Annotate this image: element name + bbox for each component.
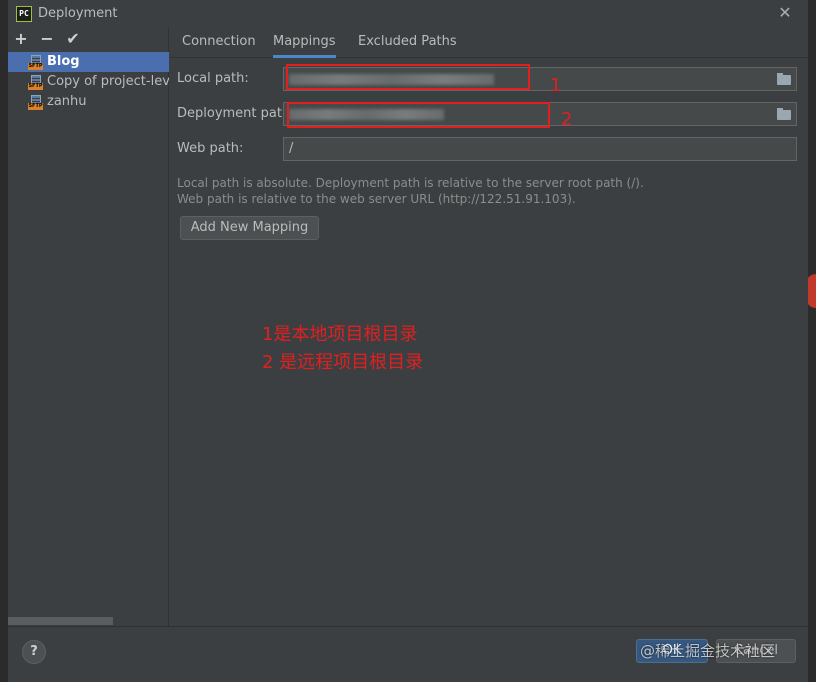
folder-browse-icon[interactable] bbox=[777, 108, 791, 120]
remove-server-button[interactable]: − bbox=[38, 30, 56, 48]
annotation-box-deployment-path bbox=[287, 102, 550, 128]
web-path-label: Web path: bbox=[177, 141, 244, 156]
hint-line-2: Web path is relative to the web server U… bbox=[177, 192, 576, 206]
server-list-panel: + − ✔ SFTP Blog SFTP Copy of project-lev… bbox=[8, 28, 169, 626]
horizontal-scrollbar[interactable] bbox=[8, 617, 113, 625]
web-path-value: / bbox=[289, 141, 294, 156]
pycharm-app-icon: PC bbox=[16, 6, 32, 22]
server-item-label: Blog bbox=[47, 54, 80, 69]
annotation-box-local-path bbox=[286, 64, 530, 90]
watermark-text: @稀土掘金技术社区 bbox=[640, 642, 776, 660]
dialog-footer: ? OK Cancel @稀土掘金技术社区 bbox=[8, 626, 808, 682]
annotation-marker-2: 2 bbox=[561, 109, 573, 130]
sftp-server-icon: SFTP bbox=[28, 95, 43, 110]
annotation-note-line-1: 1是本地项目根目录 bbox=[262, 324, 418, 345]
tab-excluded-paths[interactable]: Excluded Paths bbox=[358, 34, 457, 58]
mappings-content: Local path: Deployment path: Web path: /… bbox=[170, 59, 808, 626]
server-item-label: zanhu bbox=[47, 94, 87, 109]
add-server-button[interactable]: + bbox=[12, 30, 30, 48]
folder-browse-icon[interactable] bbox=[777, 73, 791, 85]
title-bar: PC Deployment ✕ bbox=[8, 0, 808, 28]
dialog-title: Deployment bbox=[38, 6, 118, 21]
server-item-blog[interactable]: SFTP Blog bbox=[8, 52, 169, 72]
apply-check-button[interactable]: ✔ bbox=[64, 30, 82, 48]
annotation-note-line-2: 2 是远程项目根目录 bbox=[262, 352, 424, 373]
tab-connection[interactable]: Connection bbox=[182, 34, 256, 58]
background-ide-right-edge bbox=[808, 0, 816, 682]
server-item-zanhu[interactable]: SFTP zanhu bbox=[8, 92, 169, 112]
server-item-copy[interactable]: SFTP Copy of project-level bbox=[8, 72, 169, 92]
sftp-server-icon: SFTP bbox=[28, 55, 43, 70]
background-ide-left-edge bbox=[0, 0, 8, 682]
web-path-field[interactable]: / bbox=[283, 137, 797, 161]
close-icon[interactable]: ✕ bbox=[776, 4, 794, 22]
sftp-server-icon: SFTP bbox=[28, 75, 43, 90]
hint-line-1: Local path is absolute. Deployment path … bbox=[177, 176, 644, 190]
help-button[interactable]: ? bbox=[22, 640, 46, 664]
local-path-label: Local path: bbox=[177, 71, 249, 86]
deployment-dialog: PC Deployment ✕ + − ✔ SFTP Blog SFTP Cop… bbox=[8, 0, 808, 682]
annotation-marker-1: 1 bbox=[550, 75, 562, 96]
server-item-label: Copy of project-level bbox=[47, 74, 169, 89]
add-new-mapping-button[interactable]: Add New Mapping bbox=[180, 216, 319, 240]
tab-bar: Connection Mappings Excluded Paths bbox=[170, 28, 808, 58]
deployment-path-label: Deployment path: bbox=[177, 106, 295, 121]
tab-mappings[interactable]: Mappings bbox=[273, 34, 336, 58]
